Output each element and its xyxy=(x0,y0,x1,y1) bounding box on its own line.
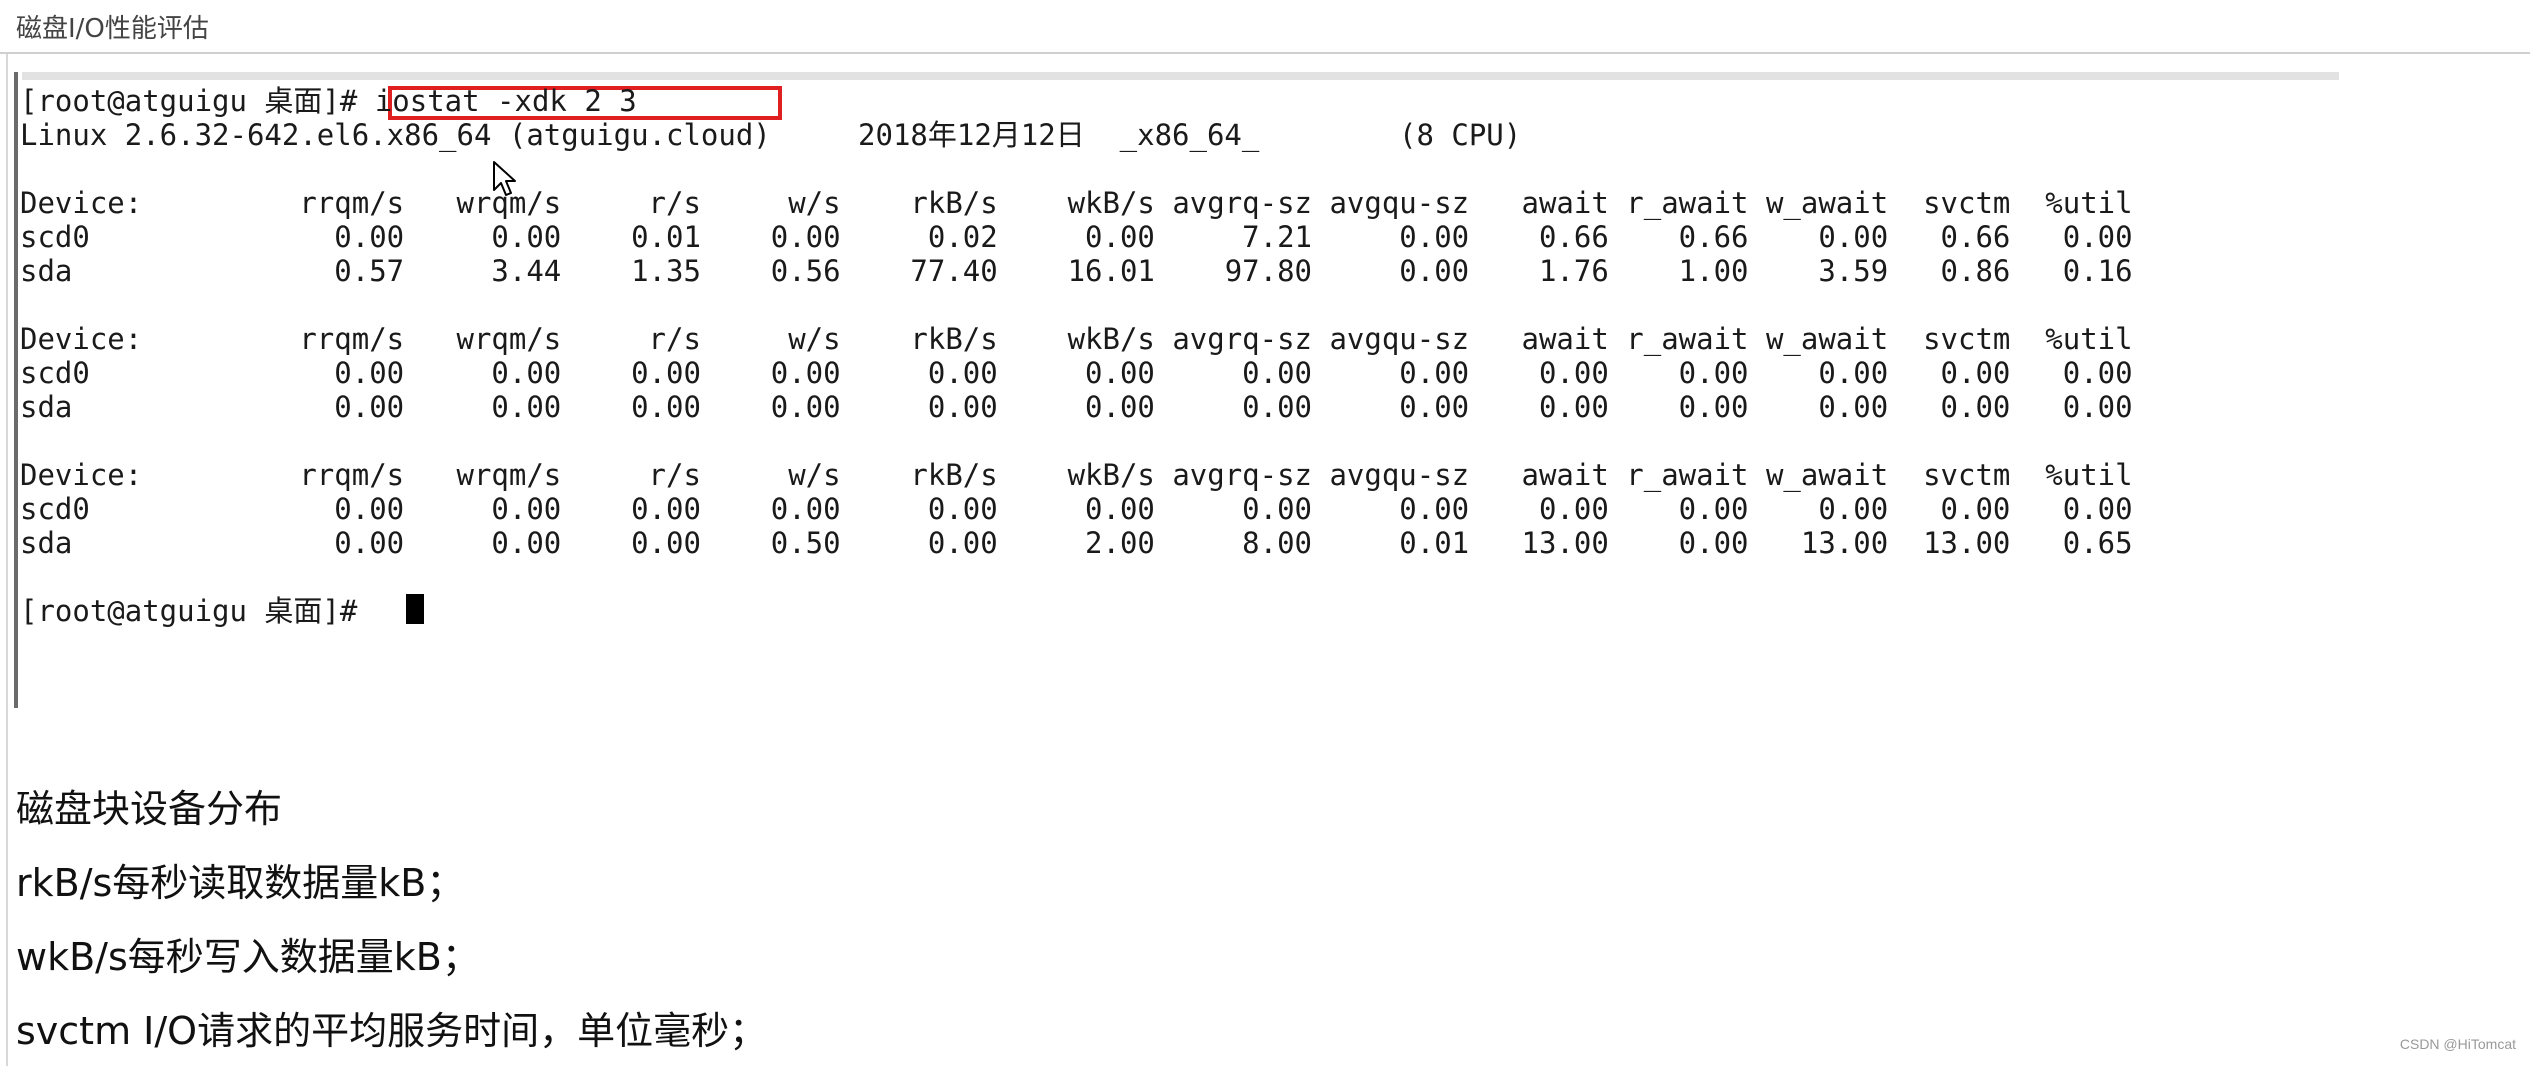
note-line: 磁盘块设备分布 xyxy=(16,787,283,831)
stats-row: sda 0.00 0.00 0.00 0.50 0.00 2.00 8.00 0… xyxy=(20,526,2133,560)
stats-row: scd0 0.00 0.00 0.01 0.00 0.02 0.00 7.21 … xyxy=(20,220,2133,254)
stats-header: Device: rrqm/s wrqm/s r/s w/s rkB/s wkB/… xyxy=(20,322,2133,356)
note-line: svctm I/O请求的平均服务时间，单位毫秒； xyxy=(16,1009,768,1053)
terminal-top-bar xyxy=(22,72,2339,80)
terminal-output: [root@atguigu 桌面]# iostat -xdk 2 3 Linux… xyxy=(20,84,2133,628)
system-info-line: Linux 2.6.32-642.el6.x86_64 (atguigu.clo… xyxy=(20,118,1522,152)
final-prompt: [root@atguigu 桌面]# xyxy=(20,594,375,628)
stats-header: Device: rrqm/s wrqm/s r/s w/s rkB/s wkB/… xyxy=(20,186,2133,220)
stats-row: scd0 0.00 0.00 0.00 0.00 0.00 0.00 0.00 … xyxy=(20,492,2133,526)
stats-row: sda 0.00 0.00 0.00 0.00 0.00 0.00 0.00 0… xyxy=(20,390,2133,424)
mouse-pointer-icon xyxy=(493,161,516,196)
terminal-screenshot: [root@atguigu 桌面]# iostat -xdk 2 3 Linux… xyxy=(14,72,2339,708)
stats-header: Device: rrqm/s wrqm/s r/s w/s rkB/s wkB/… xyxy=(20,458,2133,492)
prompt: [root@atguigu 桌面]# xyxy=(20,84,375,118)
terminal-cursor xyxy=(406,594,424,624)
note-line: wkB/s每秒写入数据量kB； xyxy=(16,935,480,979)
left-border xyxy=(6,54,8,1066)
stats-row: sda 0.57 3.44 1.35 0.56 77.40 16.01 97.8… xyxy=(20,254,2133,288)
stats-row: scd0 0.00 0.00 0.00 0.00 0.00 0.00 0.00 … xyxy=(20,356,2133,390)
terminal-left-bar xyxy=(14,72,18,708)
command-text: iostat -xdk 2 3 xyxy=(374,84,637,118)
page-header: 磁盘I/O性能评估 xyxy=(0,0,2530,54)
command-line: [root@atguigu 桌面]# iostat -xdk 2 3 xyxy=(20,84,2133,118)
page-title: 磁盘I/O性能评估 xyxy=(16,14,209,44)
watermark: CSDN @HiTomcat xyxy=(2399,1036,2516,1052)
note-line: rkB/s每秒读取数据量kB； xyxy=(16,861,465,905)
notes-section: 磁盘块设备分布 rkB/s每秒读取数据量kB； wkB/s每秒写入数据量kB； … xyxy=(16,772,767,1068)
